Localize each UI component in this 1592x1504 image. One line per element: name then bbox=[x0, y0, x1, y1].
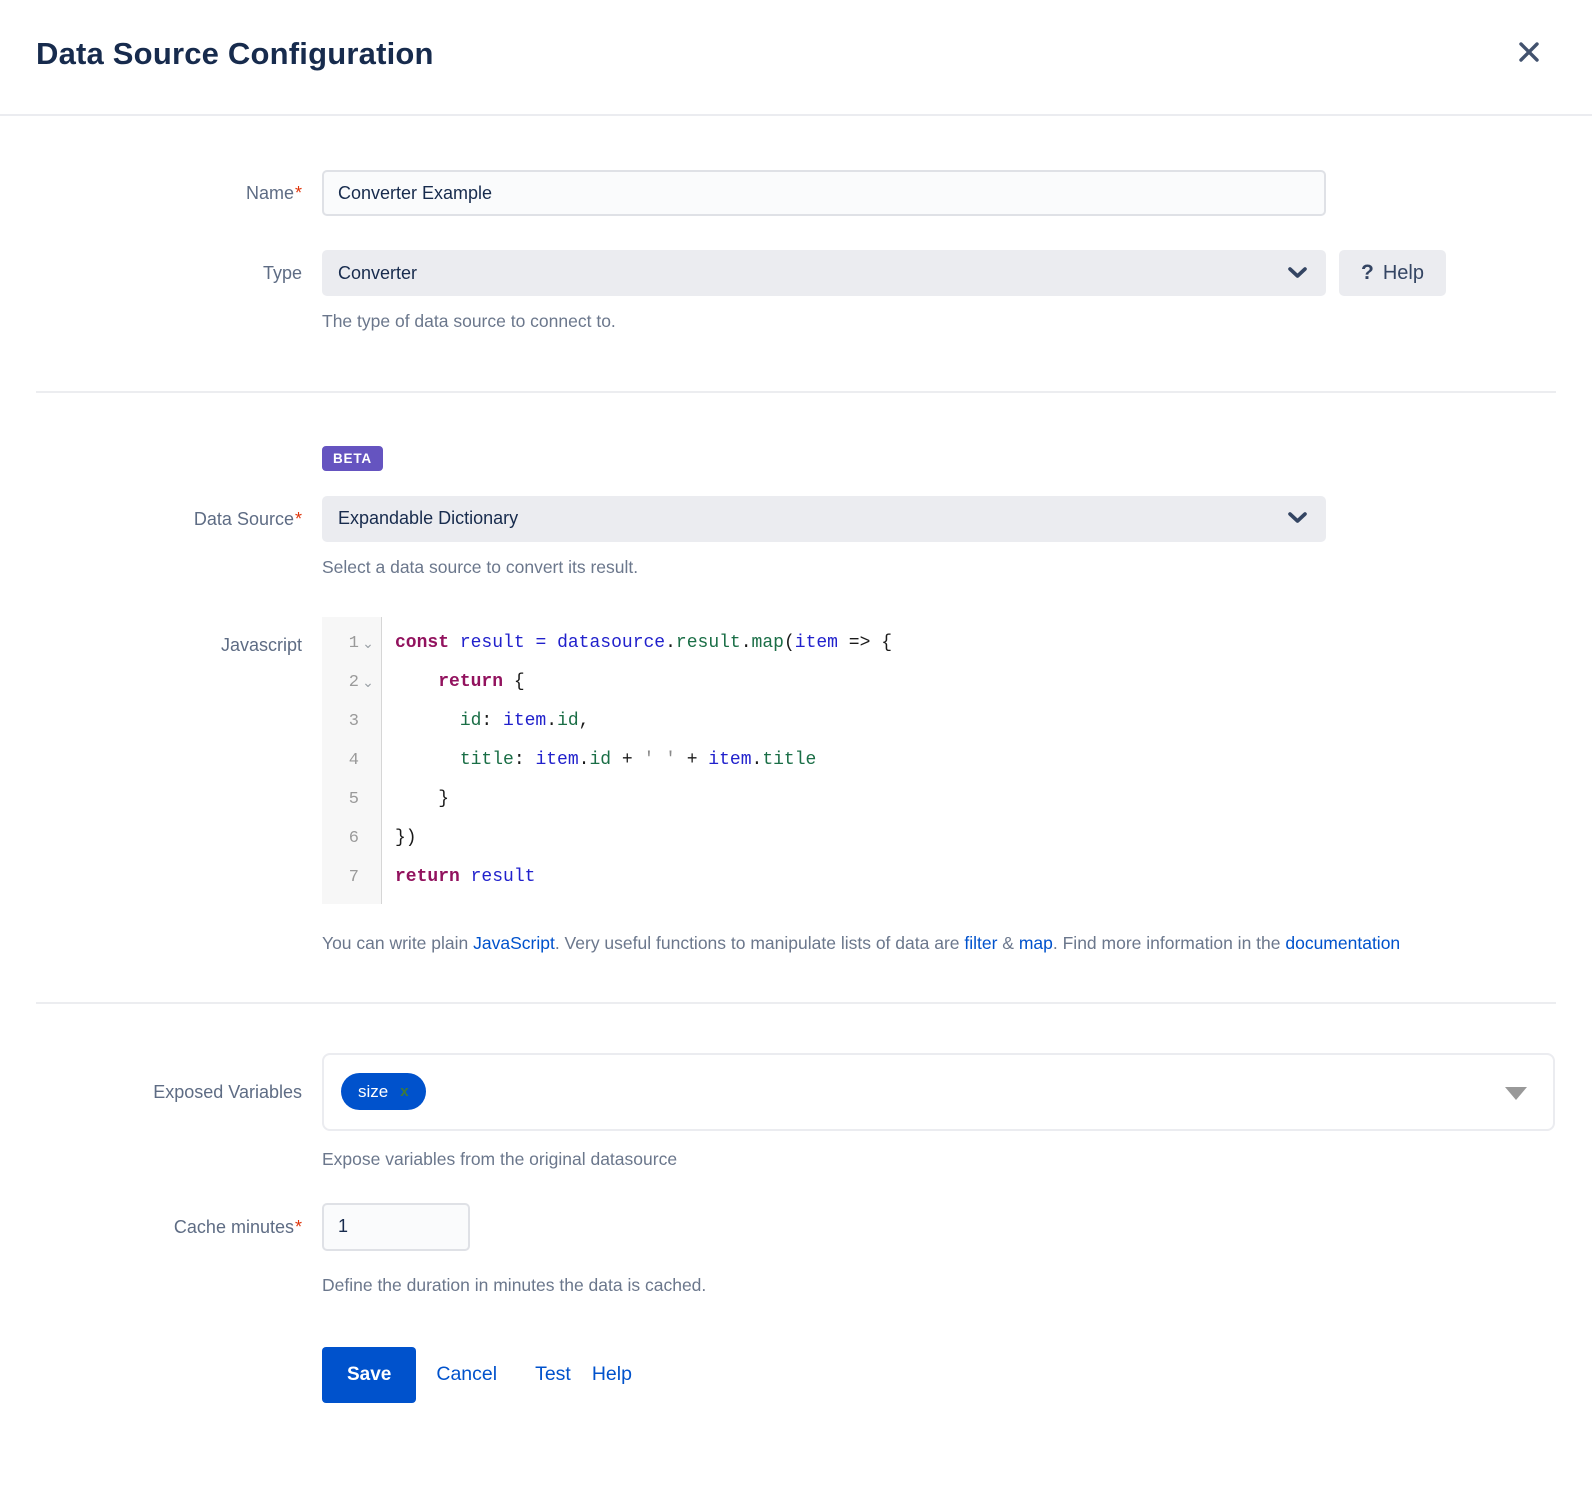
dialog-header: Data Source Configuration bbox=[0, 0, 1592, 116]
code-line: id: item.id, bbox=[395, 702, 892, 741]
javascript-helper-row: You can write plain JavaScript. Very use… bbox=[0, 924, 1592, 962]
name-input[interactable] bbox=[322, 170, 1326, 216]
required-asterisk: * bbox=[295, 183, 302, 203]
close-button[interactable] bbox=[1512, 36, 1546, 70]
cache-minutes-row: Cache minutes* Define the duration in mi… bbox=[0, 1203, 1592, 1297]
exposed-variables-helper-text: Expose variables from the original datas… bbox=[322, 1147, 1592, 1171]
dropdown-arrow-icon[interactable] bbox=[1505, 1087, 1527, 1100]
section-divider bbox=[36, 391, 1556, 393]
chevron-down-icon bbox=[1287, 508, 1308, 529]
beta-badge: BETA bbox=[322, 446, 383, 471]
code-line: }) bbox=[395, 819, 892, 858]
helper-text-fragment: . Very useful functions to manipulate li… bbox=[555, 933, 965, 953]
javascript-label: Javascript bbox=[0, 617, 302, 904]
required-asterisk: * bbox=[295, 509, 302, 529]
dialog-body: Name* Type Converter ? Help bbox=[0, 116, 1592, 1449]
cache-minutes-input[interactable] bbox=[322, 1203, 470, 1251]
beta-row: BETA bbox=[0, 446, 1592, 471]
map-link[interactable]: map bbox=[1019, 933, 1053, 953]
section-divider bbox=[36, 1002, 1556, 1004]
filter-link[interactable]: filter bbox=[964, 933, 997, 953]
helper-text-fragment: & bbox=[997, 933, 1018, 953]
data-source-label: Data Source* bbox=[0, 496, 302, 579]
javascript-link[interactable]: JavaScript bbox=[473, 933, 555, 953]
type-helper-text: The type of data source to connect to. bbox=[322, 309, 1592, 333]
line-number: 6 bbox=[322, 819, 381, 858]
type-help-button[interactable]: ? Help bbox=[1339, 250, 1446, 296]
line-number: 1⌄ bbox=[322, 624, 381, 663]
name-row: Name* bbox=[0, 170, 1592, 216]
cache-minutes-label: Cache minutes* bbox=[0, 1203, 302, 1297]
data-source-configuration-dialog: Data Source Configuration Name* Type Co bbox=[0, 0, 1592, 1449]
code-line: title: item.id + ' ' + item.title bbox=[395, 741, 892, 780]
line-number: 7 bbox=[322, 858, 381, 897]
helper-text-fragment: . Find more information in the bbox=[1053, 933, 1285, 953]
type-help-button-label: Help bbox=[1383, 262, 1424, 285]
actions-row: Save Cancel Test Help bbox=[0, 1347, 1592, 1403]
help-link[interactable]: Help bbox=[592, 1363, 632, 1386]
code-line: } bbox=[395, 780, 892, 819]
fold-icon[interactable]: ⌄ bbox=[359, 663, 377, 702]
data-source-select[interactable]: Expandable Dictionary bbox=[322, 496, 1326, 542]
question-icon: ? bbox=[1361, 261, 1374, 285]
required-asterisk: * bbox=[295, 1217, 302, 1237]
javascript-row: Javascript 1⌄2⌄34567 const result = data… bbox=[0, 617, 1592, 904]
line-number: 3 bbox=[322, 702, 381, 741]
tag-remove-icon[interactable]: x bbox=[400, 1084, 408, 1099]
code-editor[interactable]: 1⌄2⌄34567 const result = datasource.resu… bbox=[322, 617, 1522, 904]
documentation-link[interactable]: documentation bbox=[1285, 933, 1400, 953]
code-gutter: 1⌄2⌄34567 bbox=[322, 617, 382, 904]
exposed-variables-select[interactable]: sizex bbox=[322, 1053, 1555, 1131]
type-select-value: Converter bbox=[338, 263, 417, 284]
cache-minutes-helper-text: Define the duration in minutes the data … bbox=[322, 1273, 1592, 1297]
code-lines: const result = datasource.result.map(ite… bbox=[382, 617, 892, 904]
type-row: Type Converter ? Help The type of data s… bbox=[0, 250, 1592, 333]
helper-text-fragment: You can write plain bbox=[322, 933, 473, 953]
code-line: const result = datasource.result.map(ite… bbox=[395, 624, 892, 663]
code-line: return result bbox=[395, 858, 892, 897]
variable-tag: sizex bbox=[341, 1073, 426, 1110]
code-line: return { bbox=[395, 663, 892, 702]
exposed-variables-row: Exposed Variables sizex Expose variables… bbox=[0, 1053, 1592, 1171]
data-source-select-value: Expandable Dictionary bbox=[338, 508, 518, 529]
dialog-title: Data Source Configuration bbox=[36, 34, 1556, 74]
save-button[interactable]: Save bbox=[322, 1347, 416, 1403]
cancel-link[interactable]: Cancel bbox=[436, 1363, 497, 1386]
line-number: 2⌄ bbox=[322, 663, 381, 702]
test-link[interactable]: Test bbox=[535, 1363, 571, 1386]
chevron-down-icon bbox=[1287, 263, 1308, 284]
data-source-helper-text: Select a data source to convert its resu… bbox=[322, 555, 1592, 579]
type-label: Type bbox=[0, 250, 302, 333]
line-number: 5 bbox=[322, 780, 381, 819]
variable-tag-label: size bbox=[358, 1082, 388, 1102]
fold-icon[interactable]: ⌄ bbox=[359, 624, 377, 663]
data-source-row: Data Source* Expandable Dictionary Selec… bbox=[0, 496, 1592, 579]
exposed-variables-label: Exposed Variables bbox=[0, 1053, 302, 1171]
tag-list: sizex bbox=[341, 1073, 426, 1110]
name-label: Name* bbox=[0, 170, 302, 216]
type-select[interactable]: Converter bbox=[322, 250, 1326, 296]
line-number: 4 bbox=[322, 741, 381, 780]
close-icon bbox=[1515, 54, 1543, 69]
javascript-helper-text: You can write plain JavaScript. Very use… bbox=[322, 924, 1526, 962]
